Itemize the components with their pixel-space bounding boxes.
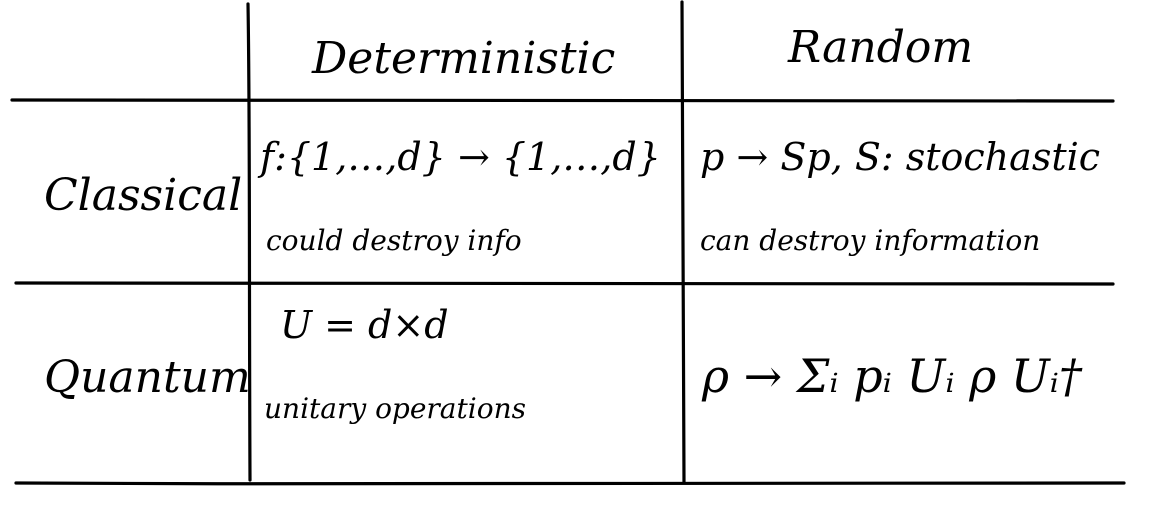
row-label-quantum: Quantum [44,352,251,403]
classical-deterministic-note: could destroy info [266,224,522,257]
horizontal-divider-bottom [14,481,1126,486]
vertical-divider-left [246,2,252,482]
quantum-deterministic-formula: U = d×d [280,303,449,347]
header-deterministic: Deterministic [311,33,615,84]
classical-random-formula: p → Sp, S: stochastic [700,135,1100,179]
header-random: Random [787,22,973,73]
horizontal-divider-middle [14,281,1115,286]
handwritten-table: Deterministic Random Classical Quantum f… [0,0,1153,501]
horizontal-divider-header [10,98,1115,103]
classical-random-note: can destroy information [700,224,1040,257]
vertical-divider-right [680,0,686,484]
quantum-deterministic-note: unitary operations [264,392,526,425]
classical-deterministic-formula: f:{1,…,d} → {1,…,d} [257,135,661,179]
row-label-classical: Classical [44,170,242,221]
quantum-random-formula: ρ → Σᵢ pᵢ Uᵢ ρ Uᵢ† [701,349,1083,403]
